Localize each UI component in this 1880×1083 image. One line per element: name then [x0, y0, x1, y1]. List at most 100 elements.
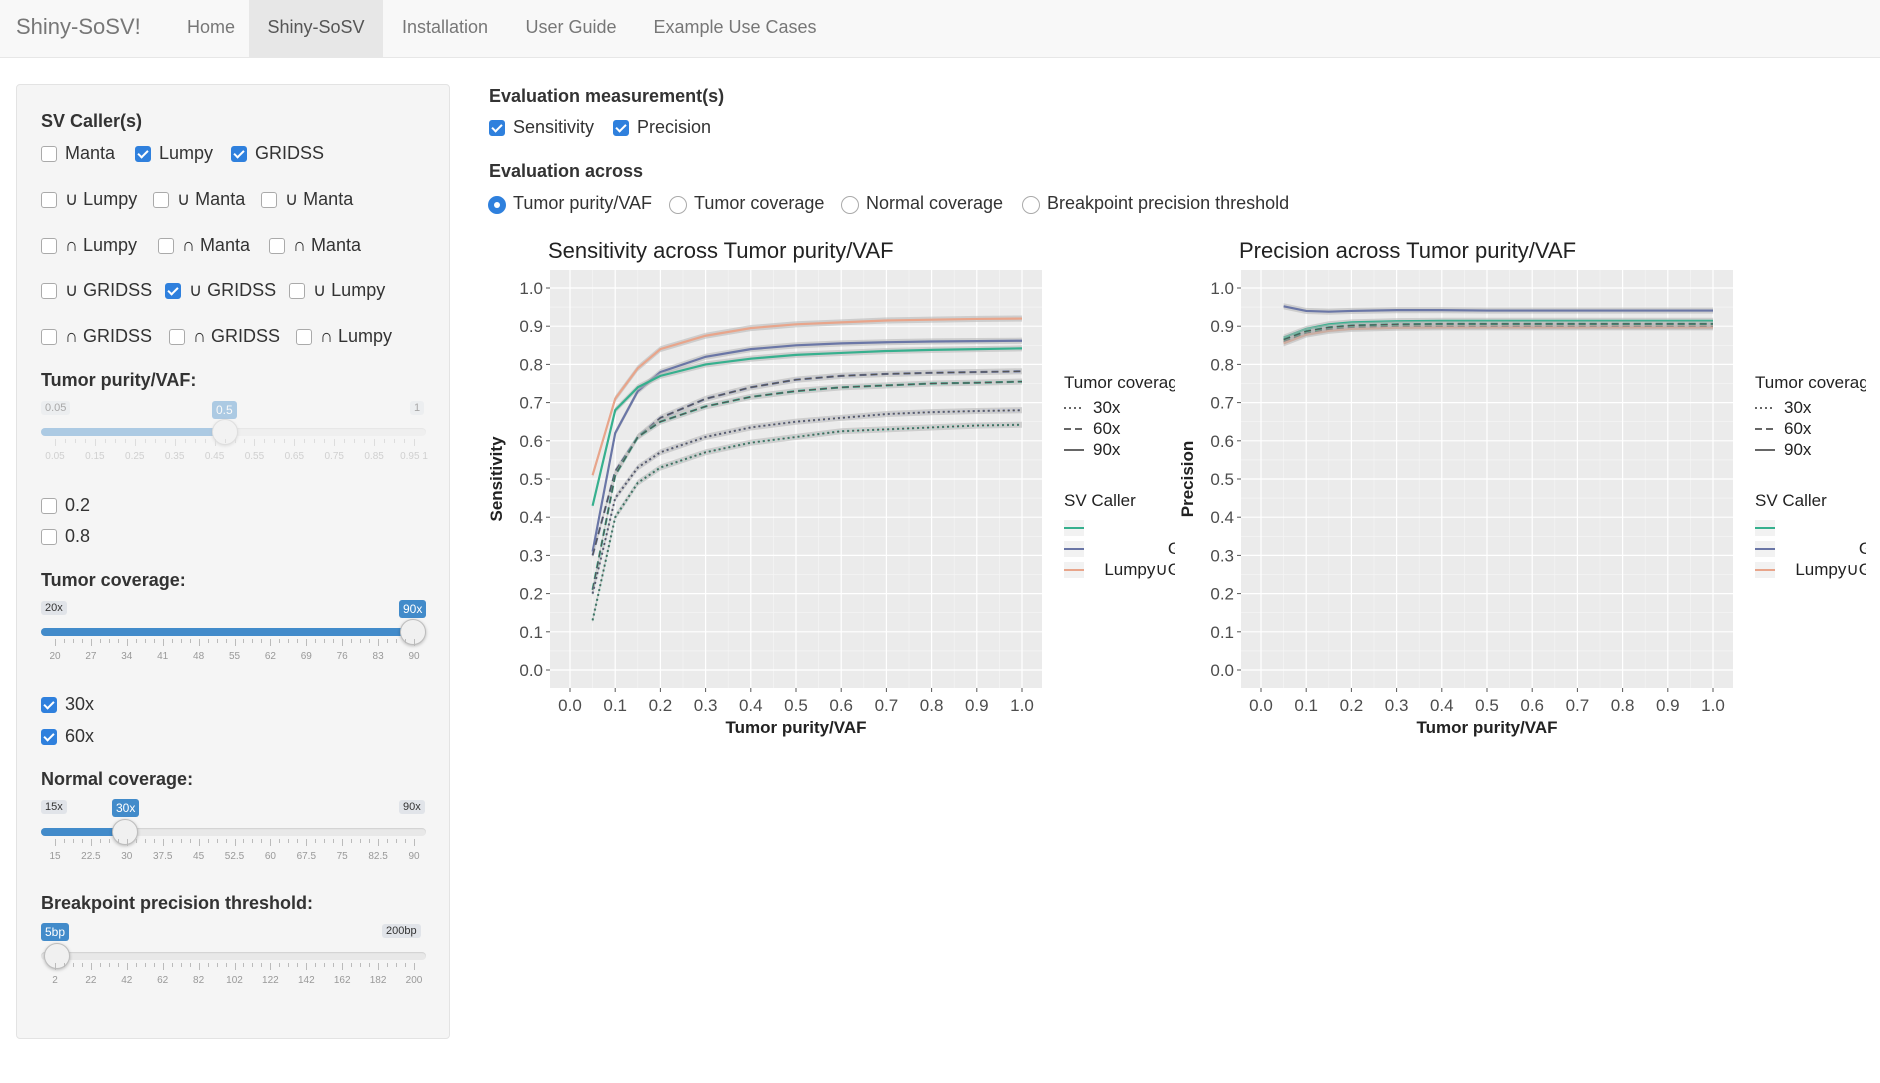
slider-tick: [108, 963, 110, 967]
slider-tick: [99, 963, 101, 967]
caller-checkbox[interactable]: [261, 192, 277, 208]
slider-tick-label: 0.15: [85, 451, 105, 462]
slider-tick: [297, 963, 299, 967]
slider-tick: [90, 963, 92, 970]
slider-tick: [288, 963, 290, 967]
slider-tick: [387, 639, 389, 643]
caller-checkbox[interactable]: [41, 283, 57, 299]
slider-tick: [342, 963, 344, 970]
slider-tick-label: 90: [408, 851, 420, 862]
slider-handle[interactable]: [400, 619, 426, 645]
caller-checkbox-manta[interactable]: [41, 146, 57, 162]
slider-tick: [104, 439, 106, 443]
radio-tumor-coverage[interactable]: [669, 196, 687, 214]
slider-handle[interactable]: [112, 819, 138, 845]
slider-tick: [333, 639, 335, 643]
slider-tick: [72, 963, 74, 967]
nav-tab-shiny-sosv[interactable]: Shiny-SoSV: [249, 0, 383, 57]
nav-tab-installation[interactable]: Installation: [385, 0, 505, 57]
purity-option-label: 0.2: [65, 495, 91, 515]
measure-checkbox-precision[interactable]: [613, 120, 629, 136]
legend-title: SV Caller: [1064, 491, 1136, 510]
radio-label: Tumor purity/VAF: [513, 193, 653, 213]
nav-tab-example-use-cases[interactable]: Example Use Cases: [643, 0, 827, 57]
caller-checkbox[interactable]: [158, 238, 174, 254]
slider-min-label: 20x: [41, 601, 67, 615]
coverage-option-checkbox[interactable]: [41, 697, 57, 713]
nav-tab-home[interactable]: Home: [166, 0, 256, 57]
slider-tick: [164, 439, 166, 443]
y-tick-label: 0.6: [1210, 432, 1234, 451]
caller-checkbox-gridss[interactable]: [231, 146, 247, 162]
slider-tick: [171, 639, 173, 643]
x-tick-label: 0.9: [965, 696, 989, 715]
y-tick-label: 0.9: [519, 317, 543, 336]
slider-tick: [279, 839, 281, 843]
slider-tick: [81, 839, 83, 843]
purity-option-checkbox[interactable]: [41, 529, 57, 545]
slider-max-label: 1: [410, 401, 425, 415]
slider-tick: [270, 639, 272, 646]
radio-tumor-purity[interactable]: [488, 196, 506, 214]
slider-tick: [288, 839, 290, 843]
purity-option-checkbox[interactable]: [41, 498, 57, 514]
slider-tick: [55, 963, 56, 970]
caller-label: Manta: [65, 143, 116, 163]
slider-tick-label: 62: [157, 975, 169, 986]
slider-tick: [314, 439, 316, 443]
slider-tick-label: 0.65: [284, 451, 305, 462]
radio-label: Normal coverage: [866, 193, 1004, 213]
radio-normal-coverage[interactable]: [841, 196, 859, 214]
slider-tick: [207, 839, 209, 843]
caller-checkbox[interactable]: [153, 192, 169, 208]
slider-tick: [225, 963, 227, 967]
slider-tick: [404, 439, 406, 443]
slider-fill: [41, 428, 224, 436]
slider-tick: [315, 639, 317, 643]
slider-tick: [334, 439, 336, 446]
slider-tick: [55, 839, 56, 846]
slider-tick: [344, 439, 346, 443]
slider-max-label: 90x: [399, 800, 425, 814]
slider-tick: [288, 639, 290, 643]
slider-value-badge: 30x: [112, 799, 140, 817]
x-tick-label: 0.9: [1656, 696, 1680, 715]
caller-checkbox[interactable]: [169, 329, 185, 345]
caller-checkbox-lumpy[interactable]: [135, 146, 151, 162]
legend-label: 90x: [1093, 440, 1121, 459]
x-tick-label: 0.1: [603, 696, 627, 715]
caller-checkbox[interactable]: [165, 283, 181, 299]
coverage-option-checkbox[interactable]: [41, 729, 57, 745]
slider-tick: [189, 963, 191, 967]
slider-tick: [360, 839, 362, 843]
slider-tick: [114, 439, 116, 443]
radio-breakpoint-threshold[interactable]: [1022, 196, 1040, 214]
slider-tick-label: 2: [52, 975, 58, 986]
nav-tab-user-guide[interactable]: User Guide: [511, 0, 631, 57]
slider-tick: [198, 963, 200, 970]
slider-tick-label: 0.75: [324, 451, 344, 462]
caller-checkbox[interactable]: [41, 192, 57, 208]
measure-checkbox-sensitivity[interactable]: [489, 120, 505, 136]
slider-tick: [315, 963, 317, 967]
slider-tick: [194, 439, 196, 443]
caller-checkbox[interactable]: [269, 238, 285, 254]
caller-checkbox[interactable]: [41, 329, 57, 345]
slider-tick: [108, 839, 110, 843]
brand-title[interactable]: Shiny-SoSV!: [16, 14, 141, 40]
purity-label: Tumor purity/VAF:: [41, 370, 197, 390]
legend-label: 30x: [1784, 398, 1812, 417]
caller-checkbox[interactable]: [289, 283, 305, 299]
slider-tick: [117, 639, 119, 643]
caller-checkbox[interactable]: [41, 238, 57, 254]
x-tick-label: 0.6: [829, 696, 853, 715]
slider-tick: [270, 839, 272, 846]
slider-tick: [189, 839, 191, 843]
slider-handle[interactable]: [44, 943, 70, 969]
caller-checkbox[interactable]: [296, 329, 312, 345]
y-tick-label: 0.1: [519, 623, 543, 642]
legend-label: Lumpy∪GRIDSS: [1795, 560, 1866, 579]
slider-tick: [333, 963, 335, 967]
slider-tick: [369, 639, 371, 643]
slider-tick-label: 20: [49, 651, 61, 662]
